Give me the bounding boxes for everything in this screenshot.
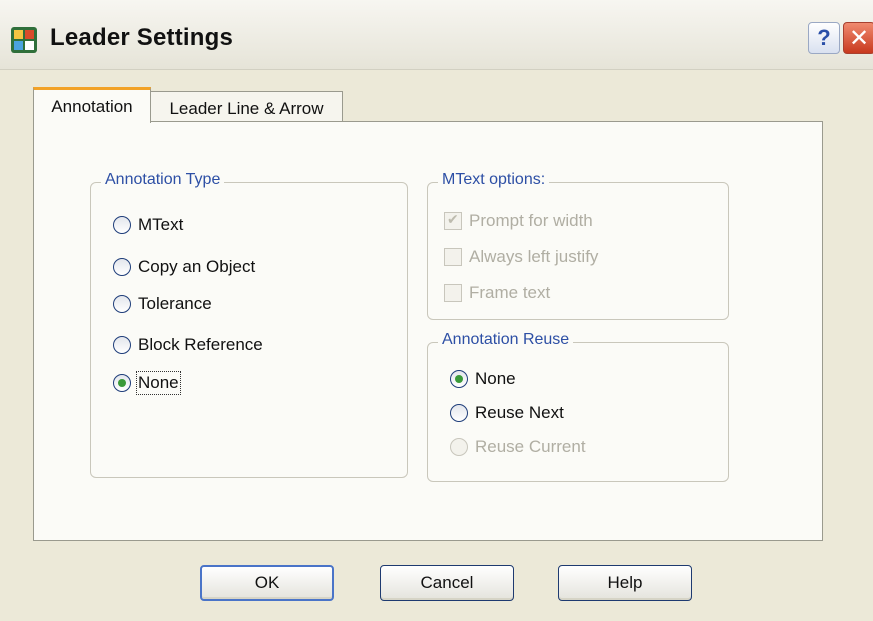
- annotation-reuse-group: Annotation Reuse None Reuse Next Reuse C…: [427, 331, 729, 482]
- radio-none-label: None: [136, 371, 181, 395]
- checkbox-always-left-justify[interactable]: Always left justify: [444, 247, 598, 267]
- radio-button-icon[interactable]: [113, 258, 131, 276]
- radio-block-reference[interactable]: Block Reference: [113, 335, 263, 355]
- radio-button-selected-icon[interactable]: [450, 370, 468, 388]
- annotation-reuse-title: Annotation Reuse: [438, 331, 574, 349]
- cancel-button[interactable]: Cancel: [380, 565, 514, 601]
- radio-mtext-label: MText: [138, 215, 184, 234]
- title-bar[interactable]: Leader Settings ? ✕: [0, 0, 873, 70]
- radio-block-reference-label: Block Reference: [138, 335, 263, 354]
- radio-reuse-next[interactable]: Reuse Next: [450, 403, 564, 423]
- checkbox-prompt-for-width-label: Prompt for width: [469, 211, 593, 230]
- help-button[interactable]: Help: [558, 565, 692, 601]
- radio-reuse-next-label: Reuse Next: [475, 403, 564, 422]
- radio-button-icon[interactable]: [113, 216, 131, 234]
- radio-copy-an-object-label: Copy an Object: [138, 257, 256, 276]
- radio-reuse-none-label: None: [475, 369, 516, 388]
- ok-button[interactable]: OK: [200, 565, 334, 601]
- radio-reuse-current-label: Reuse Current: [475, 437, 586, 456]
- checkbox-icon[interactable]: [444, 284, 462, 302]
- checkbox-always-left-justify-label: Always left justify: [469, 247, 599, 266]
- radio-button-selected-icon[interactable]: [113, 374, 131, 392]
- radio-mtext[interactable]: MText: [113, 215, 183, 235]
- checkbox-frame-text-label: Frame text: [469, 283, 551, 302]
- checkbox-checked-icon[interactable]: [444, 211, 462, 230]
- leader-settings-dialog: Leader Settings ? ✕ Annotation Leader Li…: [0, 0, 873, 621]
- annotation-tab-panel: Annotation Type MText Copy an Object Tol…: [33, 121, 823, 541]
- tab-annotation[interactable]: Annotation: [33, 87, 151, 123]
- checkbox-icon[interactable]: [444, 248, 462, 266]
- radio-copy-an-object[interactable]: Copy an Object: [113, 257, 255, 277]
- annotation-type-title: Annotation Type: [101, 171, 225, 189]
- mtext-options-title: MText options:: [438, 171, 550, 189]
- help-icon[interactable]: ?: [808, 22, 840, 54]
- checkbox-prompt-for-width[interactable]: Prompt for width: [444, 211, 593, 231]
- radio-button-icon[interactable]: [450, 404, 468, 422]
- radio-tolerance-label: Tolerance: [138, 294, 212, 313]
- radio-button-disabled-icon[interactable]: [450, 438, 468, 456]
- radio-button-icon[interactable]: [113, 336, 131, 354]
- annotation-type-group: Annotation Type MText Copy an Object Tol…: [90, 171, 408, 478]
- tab-leader-line-arrow[interactable]: Leader Line & Arrow: [150, 91, 343, 125]
- radio-button-icon[interactable]: [113, 295, 131, 313]
- window-title: Leader Settings: [50, 24, 234, 51]
- app-icon: [11, 27, 37, 53]
- radio-tolerance[interactable]: Tolerance: [113, 294, 212, 314]
- close-icon[interactable]: ✕: [843, 22, 873, 54]
- radio-reuse-current[interactable]: Reuse Current: [450, 437, 586, 457]
- mtext-options-group: MText options: Prompt for width Always l…: [427, 171, 729, 320]
- radio-none[interactable]: None: [113, 371, 181, 395]
- checkbox-frame-text[interactable]: Frame text: [444, 283, 550, 303]
- radio-reuse-none[interactable]: None: [450, 369, 516, 389]
